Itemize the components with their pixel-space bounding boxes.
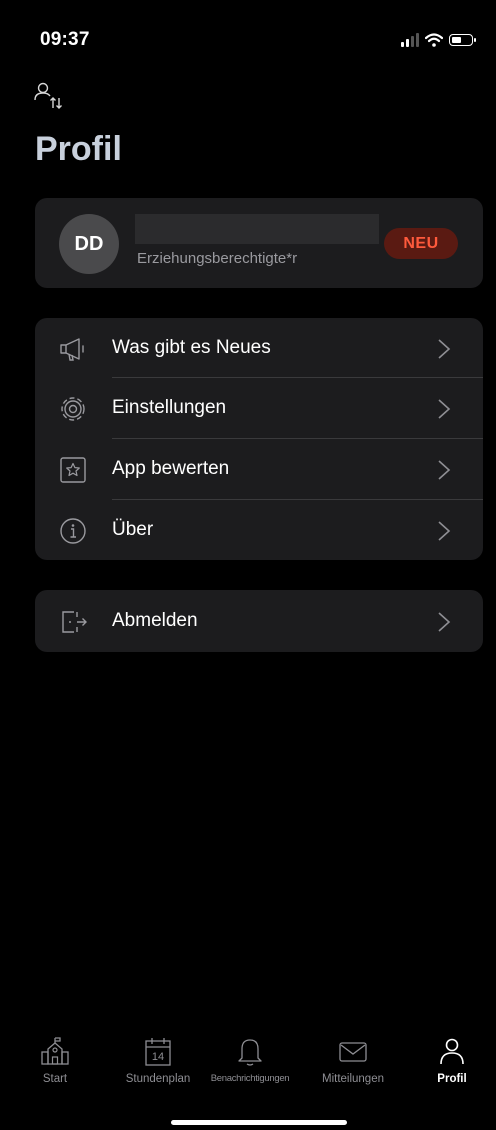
tab-label: Profil bbox=[437, 1073, 467, 1085]
mail-icon bbox=[339, 1042, 367, 1062]
gear-icon bbox=[61, 397, 85, 421]
chevron-right-icon bbox=[438, 339, 451, 359]
tab-label: Stundenplan bbox=[125, 1073, 191, 1085]
menu-item-label: Einstellungen bbox=[112, 397, 227, 418]
tab-label: Mitteilungen bbox=[321, 1073, 384, 1085]
switch-user-icon[interactable] bbox=[33, 80, 65, 112]
status-time: 09:37 bbox=[40, 29, 90, 50]
school-icon bbox=[41, 1037, 69, 1065]
tab-start[interactable]: Start bbox=[10, 1035, 100, 1085]
logout-card: Abmelden bbox=[35, 590, 483, 652]
new-badge: NEU bbox=[384, 228, 458, 259]
menu-item-label: Über bbox=[112, 519, 154, 540]
info-icon bbox=[60, 518, 86, 544]
calendar-icon: 14 bbox=[145, 1038, 171, 1066]
megaphone-icon bbox=[60, 338, 84, 361]
tab-label: Benachrichtigungen bbox=[210, 1073, 290, 1084]
chevron-right-icon bbox=[438, 399, 451, 419]
status-icons bbox=[401, 33, 476, 47]
avatar: DD bbox=[59, 214, 119, 274]
calendar-day: 14 bbox=[152, 1051, 164, 1063]
logout-button[interactable]: Abmelden bbox=[35, 591, 483, 651]
profile-card[interactable]: DD Erziehungsberechtigte*r NEU bbox=[35, 198, 483, 288]
menu-item-label: Was gibt es Neues bbox=[112, 337, 271, 358]
menu-item-rate-app[interactable]: App bewerten bbox=[35, 439, 483, 499]
tab-benachrichtigungen[interactable]: Benachrichtigungen bbox=[205, 1035, 295, 1084]
home-indicator[interactable] bbox=[171, 1120, 347, 1125]
profile-screen: 09:37 Profil DD Erziehungsberechtigte*r … bbox=[5, 0, 491, 1130]
menu-item-whats-new[interactable]: Was gibt es Neues bbox=[35, 318, 483, 378]
tab-bar: Start 14 Stundenplan Benachrichtigungen … bbox=[5, 1035, 491, 1105]
battery-icon bbox=[449, 34, 476, 46]
menu-item-label: App bewerten bbox=[112, 458, 230, 479]
menu-list: Was gibt es Neues Einstellungen App bewe… bbox=[35, 318, 483, 560]
person-icon bbox=[440, 1038, 464, 1065]
user-role: Erziehungsberechtigte*r bbox=[137, 250, 298, 267]
logout-label: Abmelden bbox=[112, 610, 198, 631]
tab-stundenplan[interactable]: 14 Stundenplan bbox=[113, 1035, 203, 1085]
tab-mitteilungen[interactable]: Mitteilungen bbox=[308, 1035, 398, 1085]
chevron-right-icon bbox=[438, 521, 451, 541]
cellular-signal-icon bbox=[401, 33, 419, 47]
star-icon bbox=[60, 457, 86, 483]
bell-icon bbox=[238, 1039, 262, 1066]
logout-door-icon bbox=[62, 611, 87, 633]
chevron-right-icon bbox=[438, 612, 451, 632]
tab-label: Start bbox=[42, 1073, 68, 1085]
tab-profil[interactable]: Profil bbox=[409, 1035, 495, 1085]
user-name-redacted bbox=[135, 214, 379, 244]
menu-item-settings[interactable]: Einstellungen bbox=[35, 378, 483, 438]
page-title: Profil bbox=[35, 130, 122, 168]
status-bar: 09:37 bbox=[40, 28, 476, 52]
menu-item-about[interactable]: Über bbox=[35, 500, 483, 560]
chevron-right-icon bbox=[438, 460, 451, 480]
wifi-icon bbox=[425, 33, 443, 47]
